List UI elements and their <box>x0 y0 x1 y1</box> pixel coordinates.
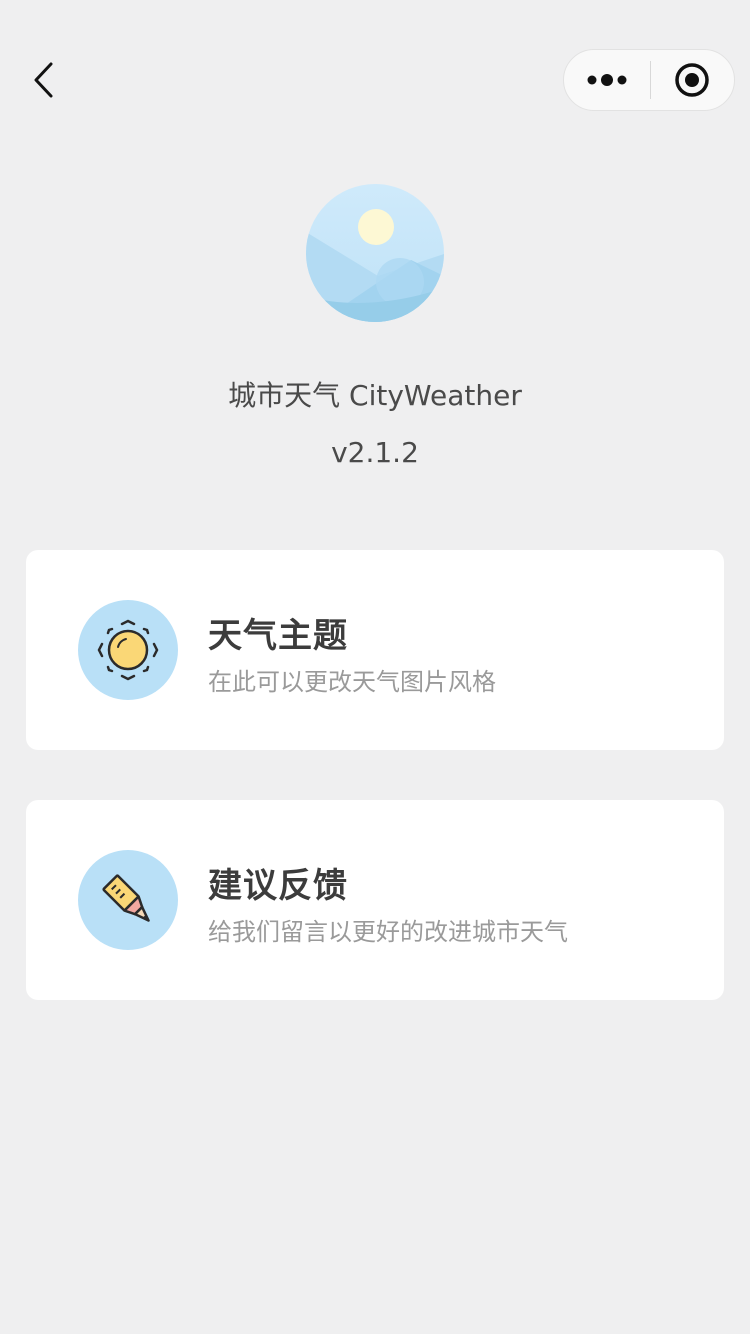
about-page: 城市天气 CityWeather v2.1.2 天气主题 在此可以更改天气图片风… <box>0 0 750 1334</box>
app-version: v2.1.2 <box>331 436 419 469</box>
chevron-left-icon <box>34 62 53 98</box>
more-button[interactable] <box>564 49 650 111</box>
weather-theme-card[interactable]: 天气主题 在此可以更改天气图片风格 <box>26 550 724 750</box>
weather-theme-subtitle: 在此可以更改天气图片风格 <box>208 668 496 696</box>
pencil-icon <box>102 874 150 922</box>
app-name: 城市天气 CityWeather <box>228 379 522 412</box>
weather-theme-title: 天气主题 <box>208 616 348 656</box>
feedback-card[interactable]: 建议反馈 给我们留言以更好的改进城市天气 <box>26 800 724 1000</box>
landscape-sun-logo <box>306 184 444 322</box>
weather-theme-icon-circle <box>78 600 178 700</box>
capsule-menu <box>563 49 735 111</box>
target-close-icon <box>675 63 709 97</box>
more-dots-icon <box>587 74 627 86</box>
feedback-subtitle: 给我们留言以更好的改进城市天气 <box>208 918 568 946</box>
feedback-icon-circle <box>78 850 178 950</box>
back-button[interactable] <box>22 58 66 102</box>
close-button[interactable] <box>651 49 735 111</box>
sun-icon <box>97 619 159 681</box>
feedback-title: 建议反馈 <box>208 866 348 906</box>
app-logo <box>306 184 444 322</box>
